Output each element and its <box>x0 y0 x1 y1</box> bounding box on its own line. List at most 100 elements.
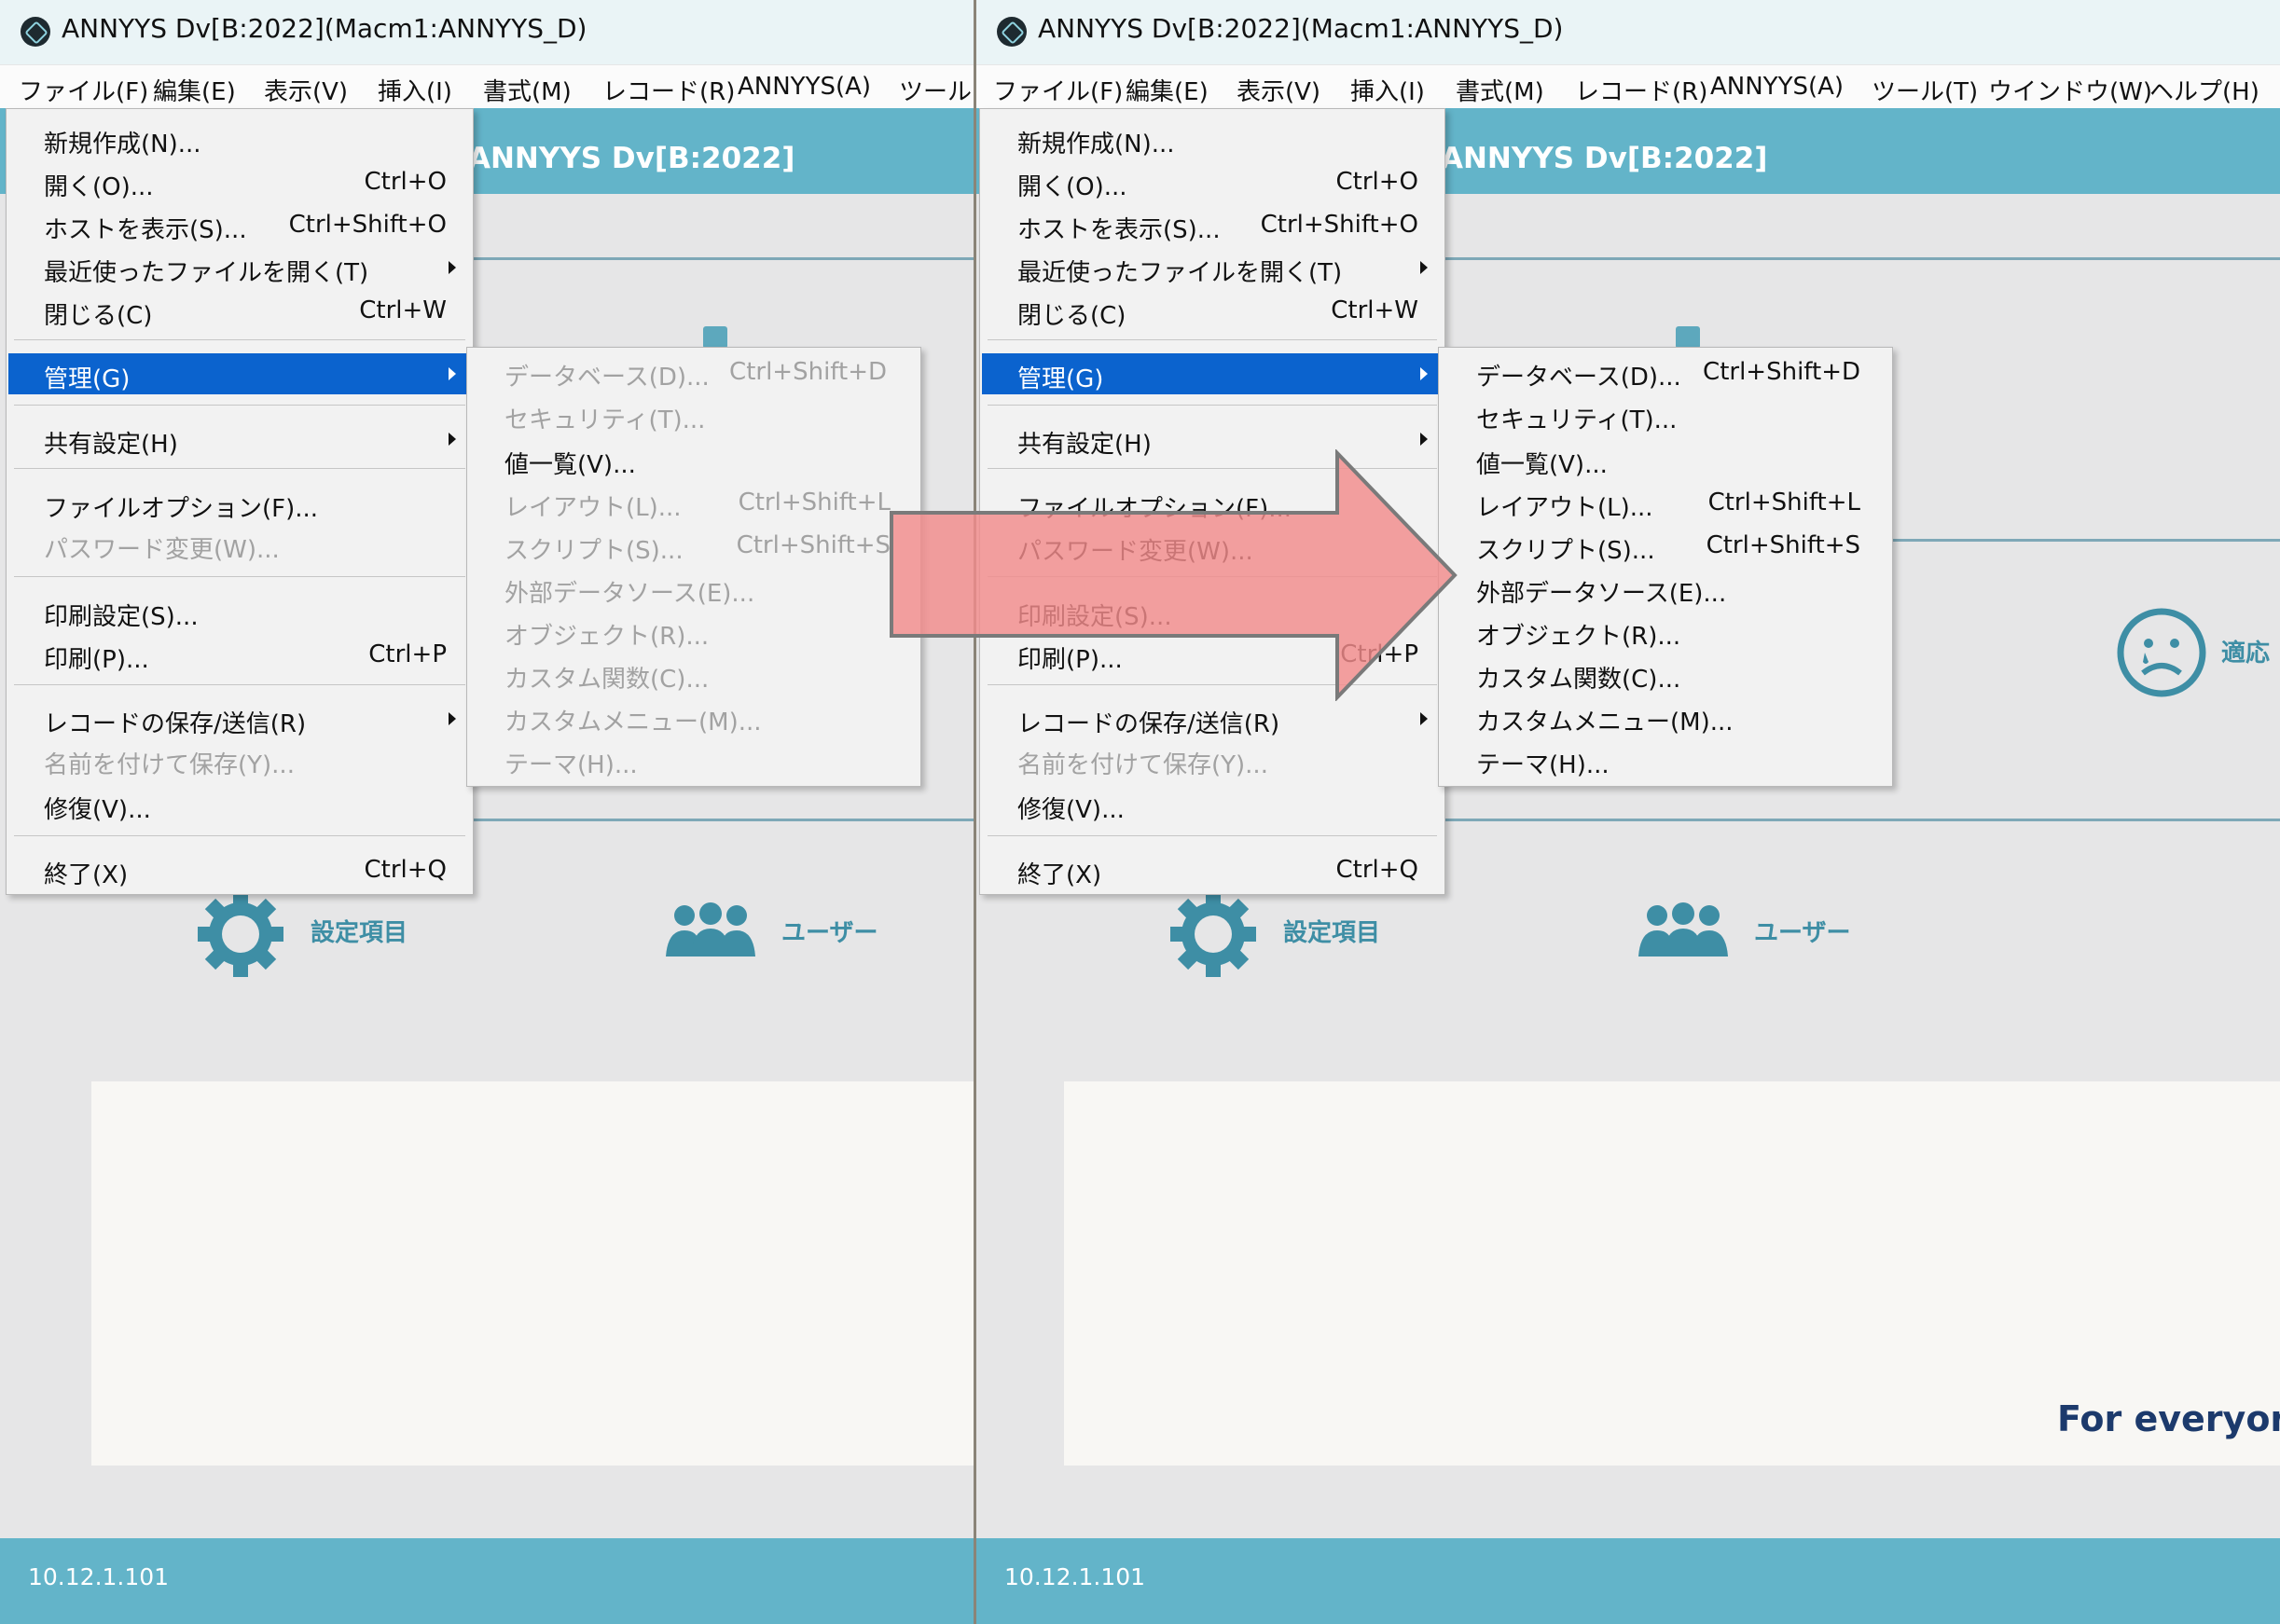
menu-item-close[interactable]: 閉じる(C) Ctrl+W <box>8 290 471 331</box>
menu-separator <box>988 339 1437 340</box>
tab-marker <box>703 326 727 349</box>
submenu-arrow-icon <box>449 261 456 274</box>
menu-tools[interactable]: ツール(T) <box>1872 73 1978 107</box>
menu-item-new[interactable]: 新規作成(N)... <box>8 118 471 159</box>
menu-view[interactable]: 表示(V) <box>1237 73 1320 107</box>
menu-item-recover[interactable]: 修復(V)... <box>982 784 1443 825</box>
menu-item-change-password: パスワード変更(W)... <box>44 536 280 564</box>
gear-icon[interactable] <box>194 888 287 981</box>
submenu-item-layouts[interactable]: レイアウト(L)... Ctrl+Shift+L <box>1441 482 1890 523</box>
menu-item-save-as: 名前を付けて保存(Y)... <box>44 751 295 779</box>
submenu-item-security: セキュリティ(T)... <box>504 406 706 434</box>
submenu-item-database[interactable]: データベース(D)... Ctrl+Shift+D <box>1441 351 1890 392</box>
submenu-item-themes: テーマ(H)... <box>504 751 638 779</box>
banner-title: ANNYYS Dv[B:2022] <box>468 142 795 175</box>
manage-submenu: データベース(D)... Ctrl+Shift+D セキュリティ(T)... 値一… <box>1438 347 1893 787</box>
menu-item-open-recent[interactable]: 最近使ったファイルを開く(T) <box>982 247 1443 288</box>
menu-item-print-setup[interactable]: 印刷設定(S)... <box>8 591 471 632</box>
menu-item-close[interactable]: 閉じる(C) Ctrl+W <box>982 290 1443 331</box>
menu-tools[interactable]: ツール(T <box>899 73 974 107</box>
tab-marker <box>1676 326 1700 349</box>
submenu-item-value-lists[interactable]: 値一覧(V)... <box>1441 439 1890 480</box>
submenu-item-custom-functions: カスタム関数(C)... <box>504 666 710 694</box>
window-title: ANNYYS Dv[B:2022](Macm1:ANNYYS_D) <box>1038 13 1564 44</box>
menu-item-print[interactable]: 印刷(P)...Ctrl+P <box>8 634 471 675</box>
menu-separator <box>988 835 1437 836</box>
menu-bar: ファイル(F) 編集(E) 表示(V) 挿入(I) 書式(M) レコード(R) … <box>0 65 974 108</box>
menu-item-open[interactable]: 開く(O)... Ctrl+O <box>8 161 471 202</box>
menu-item-file-options[interactable]: ファイルオプション(F)... <box>8 483 471 524</box>
menu-item-exit[interactable]: 終了(X) Ctrl+Q <box>982 849 1443 890</box>
submenu-arrow-icon <box>449 712 456 725</box>
menu-help[interactable]: ヘルプ(H) <box>2149 73 2259 107</box>
menu-separator <box>14 576 465 577</box>
submenu-item-value-lists[interactable]: 値一覧(V)... <box>469 439 919 480</box>
submenu-item-database: データベース(D)... Ctrl+Shift+D <box>504 358 887 392</box>
menu-item-open-recent[interactable]: 最近使ったファイルを開く(T) <box>8 247 471 288</box>
file-menu: 新規作成(N)... 開く(O)... Ctrl+O ホストを表示(S)... Ct… <box>6 108 474 895</box>
menu-edit[interactable]: 編集(E) <box>153 73 236 107</box>
settings-label[interactable]: 設定項目 <box>311 914 408 948</box>
banner-title: ANNYYS Dv[B:2022] <box>1441 142 1768 175</box>
menu-format[interactable]: 書式(M) <box>1456 73 1544 107</box>
menu-edit[interactable]: 編集(E) <box>1126 73 1209 107</box>
menu-window[interactable]: ウインドウ(W) <box>1988 73 2152 107</box>
submenu-arrow-icon <box>449 367 456 380</box>
menu-item-manage[interactable]: 管理(G) <box>8 353 471 394</box>
users-label[interactable]: ユーザー <box>1754 914 1850 948</box>
submenu-item-custom-menus[interactable]: カスタムメニュー(M)... <box>1441 696 1890 737</box>
submenu-item-external-data-sources[interactable]: 外部データソース(E)... <box>1441 568 1890 609</box>
submenu-arrow-icon <box>1420 433 1428 446</box>
menu-view[interactable]: 表示(V) <box>264 73 348 107</box>
submenu-item-scripts: スクリプト(S)... Ctrl+Shift+S <box>504 531 891 565</box>
menu-separator <box>14 468 465 469</box>
menu-insert[interactable]: 挿入(I) <box>378 73 452 107</box>
menu-records[interactable]: レコード(R) <box>602 73 735 107</box>
menu-annyys[interactable]: ANNYYS(A) <box>738 73 871 101</box>
app-logo-icon <box>21 17 50 47</box>
submenu-arrow-icon <box>1420 367 1428 380</box>
users-label[interactable]: ユーザー <box>781 914 877 948</box>
submenu-item-security[interactable]: セキュリティ(T)... <box>1441 394 1890 435</box>
content-panel <box>91 1081 974 1466</box>
menu-item-manage[interactable]: 管理(G) <box>982 353 1443 394</box>
menu-item-show-hosts[interactable]: ホストを表示(S)... Ctrl+Shift+O <box>8 204 471 245</box>
menu-item-sharing[interactable]: 共有設定(H) <box>8 419 471 460</box>
submenu-arrow-icon <box>449 433 456 446</box>
menu-file[interactable]: ファイル(F) <box>19 73 148 107</box>
menu-item-recover[interactable]: 修復(V)... <box>8 784 471 825</box>
submenu-item-custom-menus: カスタムメニュー(M)... <box>504 709 762 736</box>
menu-item-show-hosts[interactable]: ホストを表示(S)... Ctrl+Shift+O <box>982 204 1443 245</box>
menu-separator <box>988 405 1437 406</box>
menu-item-save-send-records[interactable]: レコードの保存/送信(R) <box>8 698 471 739</box>
menu-file[interactable]: ファイル(F) <box>993 73 1123 107</box>
menu-insert[interactable]: 挿入(I) <box>1350 73 1425 107</box>
host-ip: 10.12.1.101 <box>28 1563 170 1590</box>
manage-submenu-disabled: データベース(D)... Ctrl+Shift+D セキュリティ(T)... 値一… <box>466 347 921 787</box>
divider <box>1433 257 2280 260</box>
menu-bar: ファイル(F) 編集(E) 表示(V) 挿入(I) 書式(M) レコード(R) … <box>976 65 2280 108</box>
submenu-item-scripts[interactable]: スクリプト(S)... Ctrl+Shift+S <box>1441 525 1890 566</box>
submenu-item-themes[interactable]: テーマ(H)... <box>1441 739 1890 780</box>
users-icon[interactable] <box>1637 902 1730 958</box>
menu-item-exit[interactable]: 終了(X) Ctrl+Q <box>8 849 471 890</box>
menu-item-new[interactable]: 新規作成(N)... <box>982 118 1443 159</box>
menu-item-save-send-records[interactable]: レコードの保存/送信(R) <box>982 698 1443 739</box>
submenu-item-objects[interactable]: オブジェクト(R)... <box>1441 611 1890 652</box>
tagline: For everyone <box>2057 1398 2280 1439</box>
menu-separator <box>14 835 465 836</box>
settings-label[interactable]: 設定項目 <box>1283 914 1380 948</box>
gear-icon[interactable] <box>1167 888 1260 981</box>
menu-item-open[interactable]: 開く(O)... Ctrl+O <box>982 161 1443 202</box>
users-icon[interactable] <box>664 902 757 958</box>
footer-bar <box>976 1538 2280 1624</box>
menu-records[interactable]: レコード(R) <box>1575 73 1707 107</box>
submenu-item-custom-functions[interactable]: カスタム関数(C)... <box>1441 654 1890 695</box>
menu-annyys[interactable]: ANNYYS(A) <box>1710 73 1844 101</box>
title-bar: ANNYYS Dv[B:2022](Macm1:ANNYYS_D) <box>0 0 974 64</box>
app-logo-icon <box>997 17 1027 47</box>
divider <box>457 819 974 821</box>
menu-format[interactable]: 書式(M) <box>483 73 572 107</box>
submenu-arrow-icon <box>1420 261 1428 274</box>
status-label: 適応 <box>2221 640 2271 667</box>
